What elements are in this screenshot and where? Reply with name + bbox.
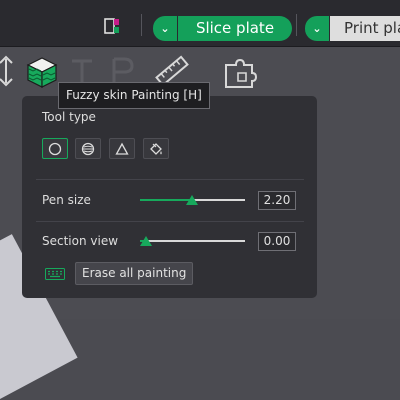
toolbar-separator xyxy=(141,14,142,36)
panel-divider xyxy=(36,221,304,222)
triangle-tool-button[interactable] xyxy=(109,138,135,159)
fill-bucket-icon xyxy=(150,142,162,155)
section-view-slider-handle[interactable] xyxy=(140,236,152,246)
circle-tool-button[interactable] xyxy=(42,138,68,159)
fuzzy-skin-icon[interactable] xyxy=(24,53,60,89)
assembly-icon[interactable] xyxy=(222,53,258,89)
panel-divider xyxy=(36,179,304,180)
pen-size-input[interactable]: 2.20 xyxy=(258,191,296,210)
erase-all-painting-button[interactable]: Erase all painting xyxy=(75,262,194,285)
slice-plate-button[interactable]: ⌄ Slice plate xyxy=(153,16,292,41)
sphere-icon xyxy=(81,142,95,155)
toolbar-separator xyxy=(296,14,297,36)
pen-size-slider-handle[interactable] xyxy=(186,195,198,205)
print-dropdown-icon[interactable]: ⌄ xyxy=(305,16,329,41)
tooltip: Fuzzy skin Painting [H] xyxy=(58,82,210,109)
pen-size-slider[interactable] xyxy=(140,195,245,205)
slice-plate-label[interactable]: Slice plate xyxy=(178,16,292,41)
triangle-icon xyxy=(115,142,129,155)
fill-tool-button[interactable] xyxy=(143,138,169,159)
top-toolbar: ⌄ Slice plate ⌄ Print pla xyxy=(0,0,400,47)
painting-panel: Tool type Pen size 2.20 Section view 0.0… xyxy=(22,96,317,298)
sphere-tool-button[interactable] xyxy=(75,138,101,159)
circle-icon xyxy=(48,142,62,155)
section-view-label: Section view xyxy=(42,234,119,248)
pen-size-slider-fill xyxy=(140,199,192,201)
section-view-input[interactable]: 0.00 xyxy=(258,232,296,251)
print-plate-button[interactable]: ⌄ Print pla xyxy=(305,16,400,41)
section-view-slider[interactable] xyxy=(140,236,245,246)
print-plate-label[interactable]: Print pla xyxy=(330,16,400,41)
tool-type-label: Tool type xyxy=(42,110,96,124)
pen-size-label: Pen size xyxy=(42,193,91,207)
slice-dropdown-icon[interactable]: ⌄ xyxy=(153,16,177,41)
keyboard-icon[interactable] xyxy=(45,268,65,280)
layout-icon[interactable] xyxy=(104,18,120,34)
scale-icon[interactable] xyxy=(0,53,22,89)
